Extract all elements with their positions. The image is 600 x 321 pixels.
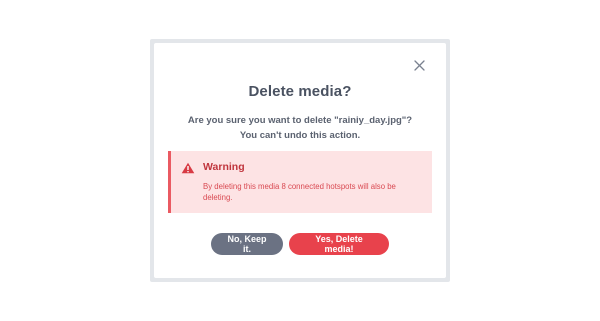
warning-text: By deleting this media 8 connected hotsp… xyxy=(203,182,396,202)
keep-button[interactable]: No, Keep it. xyxy=(211,233,283,255)
delete-media-button[interactable]: Yes, Delete media! xyxy=(289,233,389,255)
page-backdrop: Delete media? Are you sure you want to d… xyxy=(0,0,600,321)
warning-title: Warning xyxy=(203,161,245,173)
warning-alert: Warning By deleting this media 8 connect… xyxy=(168,151,432,213)
close-icon xyxy=(413,59,425,71)
delete-media-dialog: Delete media? Are you sure you want to d… xyxy=(154,43,446,278)
warning-triangle-icon xyxy=(181,161,195,174)
dialog-actions: No, Keep it. Yes, Delete media! xyxy=(154,233,446,255)
dialog-message: Are you sure you want to delete "rainiy_… xyxy=(187,115,413,141)
dialog-title: Delete media? xyxy=(248,83,352,100)
close-button[interactable] xyxy=(411,57,427,73)
modal-frame: Delete media? Are you sure you want to d… xyxy=(150,39,450,282)
